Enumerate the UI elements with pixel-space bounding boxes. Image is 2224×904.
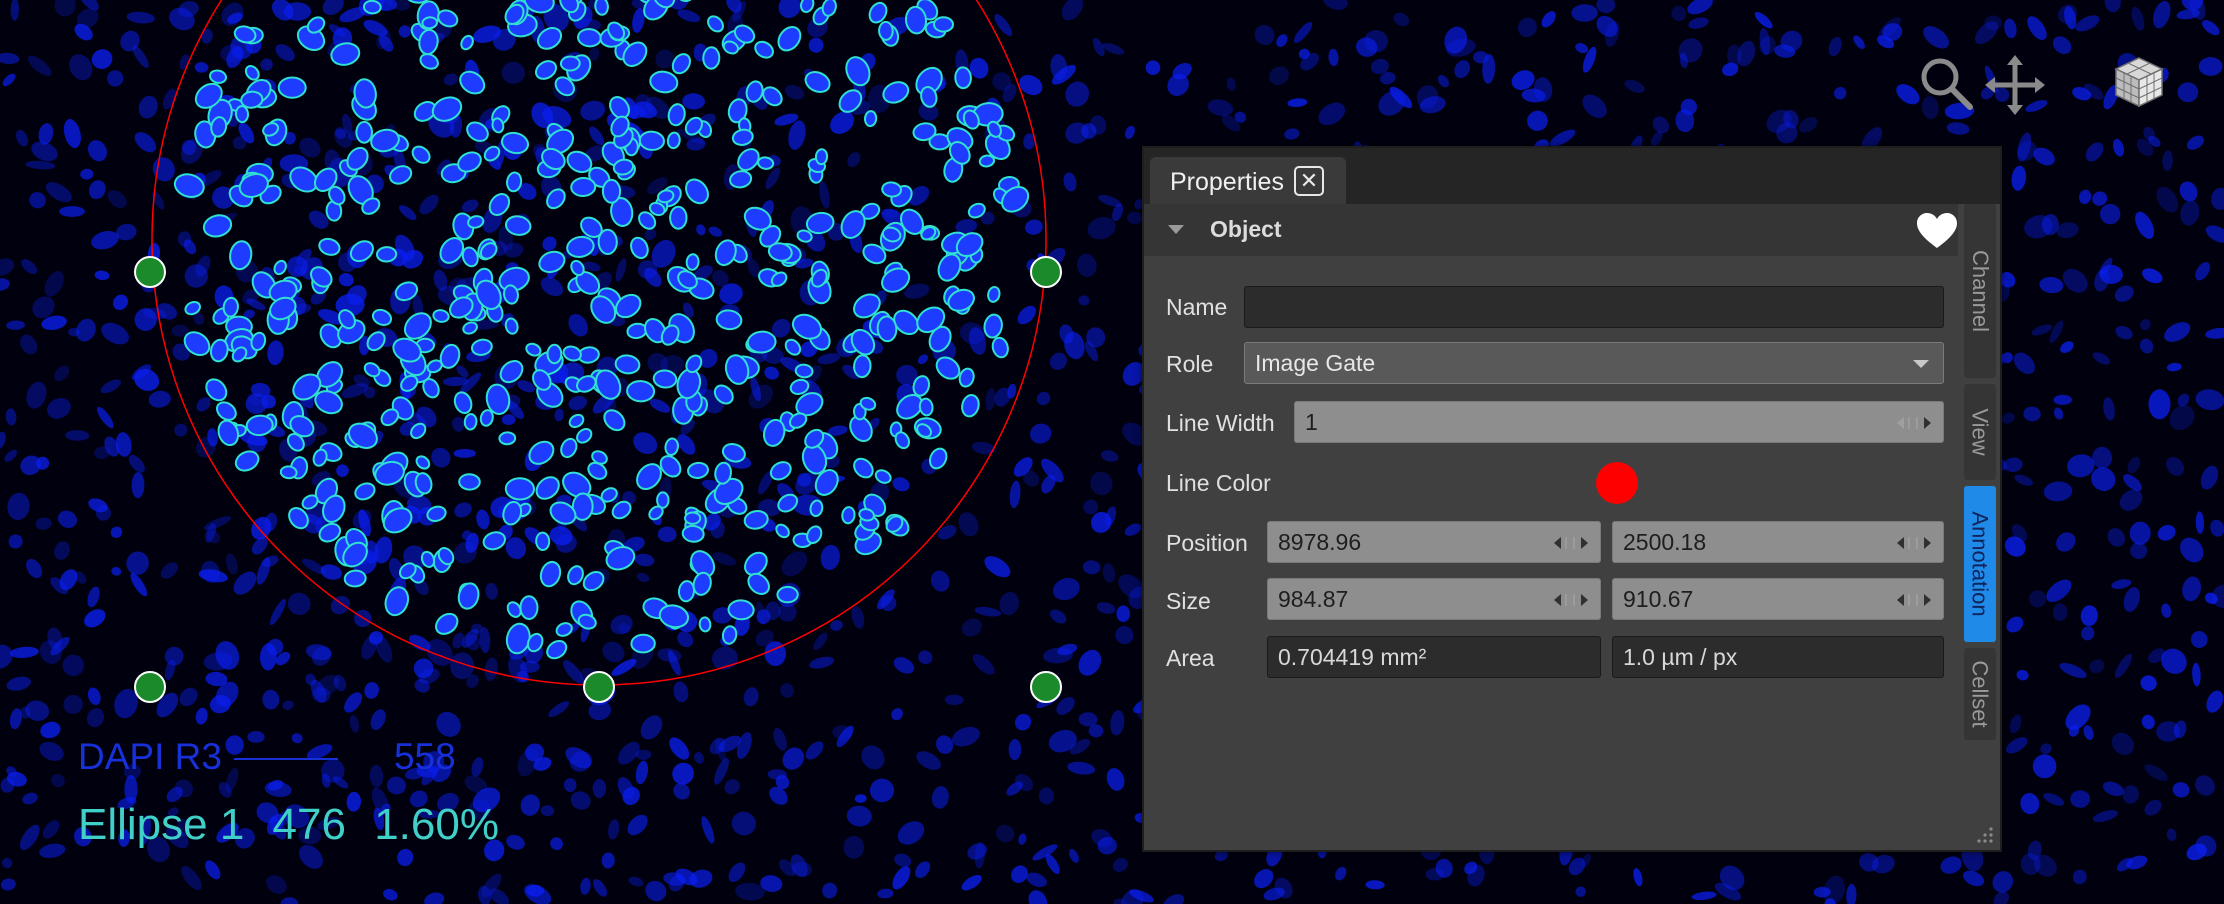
cube-icon[interactable]	[2112, 55, 2166, 109]
dapi-channel-label: DAPI R3	[78, 736, 222, 777]
line-color-swatch[interactable]	[1596, 462, 1638, 504]
position-label: Position	[1166, 530, 1248, 556]
search-icon[interactable]	[1918, 55, 1974, 111]
side-tab-strip: Channel View Annotation Cellset	[1962, 204, 1998, 844]
stepper-arrows-icon[interactable]	[1895, 415, 1933, 431]
side-tab-cellset[interactable]: Cellset	[1964, 648, 1996, 740]
gate-resize-handle[interactable]	[134, 671, 166, 703]
tab-properties-label: Properties	[1170, 168, 1284, 196]
stepper-arrows-icon[interactable]	[1552, 535, 1590, 551]
position-y-value: 2500.18	[1623, 529, 1707, 555]
side-tab-annotation[interactable]: Annotation	[1964, 486, 1996, 642]
move-icon[interactable]	[1985, 55, 2045, 115]
close-button[interactable]: ✕	[1294, 166, 1324, 196]
size-label: Size	[1166, 588, 1211, 614]
gate-resize-handle[interactable]	[1030, 256, 1062, 288]
gated-cells	[173, 0, 1030, 660]
gate-name: Ellipse 1	[78, 800, 245, 849]
stepper-arrows-icon[interactable]	[1895, 535, 1933, 551]
chevron-down-icon	[1913, 360, 1929, 368]
size-width-stepper[interactable]: 984.87	[1267, 578, 1601, 620]
gate-count: 476	[272, 800, 346, 849]
area-label: Area	[1166, 645, 1215, 671]
size-width-value: 984.87	[1278, 586, 1349, 612]
dapi-channel-count: 558	[393, 736, 456, 777]
name-field[interactable]	[1244, 286, 1944, 328]
line-width-stepper[interactable]: 1	[1294, 401, 1944, 443]
name-label: Name	[1166, 294, 1228, 320]
area-value: 0.704419 mm²	[1267, 636, 1601, 678]
side-tab-cellset-label: Cellset	[1968, 660, 1993, 728]
position-x-value: 8978.96	[1278, 529, 1362, 555]
side-tab-channel-label: Channel	[1968, 250, 1994, 332]
position-x-stepper[interactable]: 8978.96	[1267, 521, 1601, 563]
scale-value: 1.0 µm / px	[1612, 636, 1944, 678]
gate-resize-handle[interactable]	[1030, 671, 1062, 703]
position-y-stepper[interactable]: 2500.18	[1612, 521, 1944, 563]
properties-panel: Properties ✕ Object Name Role Image Gate…	[1142, 146, 2002, 852]
size-height-value: 910.67	[1623, 586, 1694, 612]
side-tab-view-label: View	[1968, 408, 1994, 456]
panel-tab-bar: Properties ✕	[1144, 148, 2000, 204]
side-tab-channel[interactable]: Channel	[1964, 204, 1996, 378]
role-select-value: Image Gate	[1255, 350, 1376, 376]
object-section-header[interactable]: Object	[1144, 204, 1958, 256]
stepper-arrows-icon[interactable]	[1895, 592, 1933, 608]
size-height-stepper[interactable]: 910.67	[1612, 578, 1944, 620]
heart-icon[interactable]	[1916, 212, 1958, 250]
line-width-label: Line Width	[1166, 410, 1275, 436]
dapi-channel-line	[233, 758, 338, 761]
section-title: Object	[1210, 216, 1282, 242]
side-tab-annotation-label: Annotation	[1968, 511, 1994, 617]
resize-grip-icon[interactable]	[1972, 822, 1994, 844]
line-color-label: Line Color	[1166, 470, 1271, 496]
line-width-value: 1	[1305, 409, 1318, 435]
side-tab-view[interactable]: View	[1964, 384, 1996, 480]
role-label: Role	[1166, 351, 1214, 377]
role-select[interactable]: Image Gate	[1244, 342, 1944, 384]
chevron-down-icon[interactable]	[1168, 225, 1184, 234]
gate-resize-handle[interactable]	[583, 671, 615, 703]
tab-properties[interactable]: Properties ✕	[1150, 157, 1346, 204]
gate-percent: 1.60%	[374, 800, 499, 849]
gate-stat: Ellipse 1 476 1.60%	[78, 800, 515, 850]
dapi-channel-stat: DAPI R3 558	[78, 736, 456, 778]
gate-resize-handle[interactable]	[134, 256, 166, 288]
stepper-arrows-icon[interactable]	[1552, 592, 1590, 608]
